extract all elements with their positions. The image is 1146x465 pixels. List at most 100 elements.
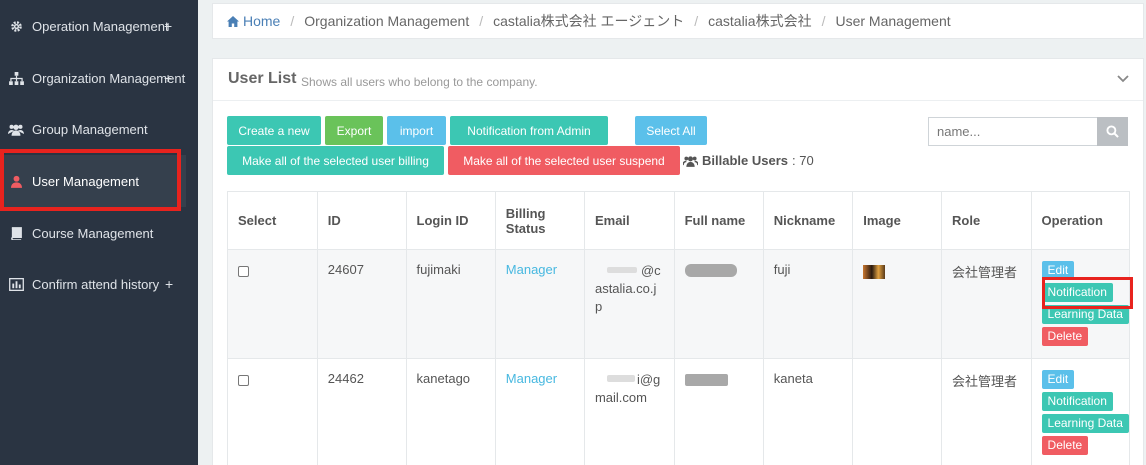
breadcrumb-separator: / bbox=[479, 13, 484, 29]
role-cell: 会社管理者 bbox=[941, 249, 1032, 359]
expand-plus-icon: + bbox=[164, 18, 173, 34]
billing-status-link[interactable]: Manager bbox=[506, 262, 557, 277]
avatar bbox=[863, 265, 886, 279]
column-header-id: ID bbox=[316, 191, 407, 250]
column-header-select: Select bbox=[227, 191, 318, 250]
billing-header-line1: Billing bbox=[505, 205, 546, 221]
id-cell: 24607 bbox=[316, 249, 407, 359]
breadcrumb-separator: / bbox=[290, 13, 295, 29]
sidebar-item-label: Organization Management bbox=[32, 70, 186, 86]
billable-users-value: : 70 bbox=[792, 153, 814, 168]
sitemap-icon bbox=[8, 71, 24, 85]
user-table: Select ID Login ID Billing Status Email F… bbox=[227, 191, 1131, 465]
id-cell: 24462 bbox=[316, 358, 407, 465]
full-name-cell bbox=[673, 249, 764, 359]
delete-button[interactable]: Delete bbox=[1041, 436, 1089, 455]
breadcrumb-home[interactable]: Home bbox=[227, 13, 280, 29]
breadcrumb-current: User Management bbox=[835, 13, 951, 29]
full-name-cell bbox=[673, 358, 764, 465]
search-input[interactable] bbox=[928, 117, 1098, 146]
email-line: mail.com bbox=[594, 390, 647, 405]
email-line: astalia.co.j bbox=[594, 281, 657, 296]
sidebar: Operation Management + Organization Mana… bbox=[0, 0, 198, 465]
nickname-cell: fuji bbox=[762, 249, 854, 359]
sidebar-item-label: Confirm attend history bbox=[32, 276, 160, 292]
table-header-row: Select ID Login ID Billing Status Email F… bbox=[227, 191, 1131, 250]
billing-header-line2: Status bbox=[505, 220, 546, 236]
redacted-block bbox=[684, 374, 728, 386]
breadcrumb-company-agent[interactable]: castalia株式会社 エージェント bbox=[493, 11, 684, 31]
email-line: i@g bbox=[636, 372, 661, 387]
learning-data-button[interactable]: Learning Data bbox=[1041, 414, 1129, 433]
edit-button[interactable]: Edit bbox=[1041, 370, 1075, 389]
make-billing-button[interactable]: Make all of the selected user billing bbox=[227, 146, 444, 175]
column-header-full-name: Full name bbox=[673, 191, 764, 250]
billing-status-link[interactable]: Manager bbox=[506, 371, 557, 386]
breadcrumb-organization-management[interactable]: Organization Management bbox=[304, 13, 469, 29]
export-button[interactable]: Export bbox=[325, 116, 383, 145]
search-button[interactable] bbox=[1097, 117, 1128, 146]
create-new-button[interactable]: Create a new bbox=[227, 116, 321, 145]
select-all-button[interactable]: Select All bbox=[635, 116, 707, 145]
sidebar-item-operation-management[interactable]: Operation Management + bbox=[0, 0, 190, 52]
sidebar-item-group-management[interactable]: Group Management bbox=[0, 103, 190, 155]
row-checkbox[interactable] bbox=[238, 375, 249, 386]
sidebar-item-course-management[interactable]: Course Management bbox=[0, 207, 190, 259]
billing-status-cell: Manager bbox=[494, 249, 585, 359]
email-line: p bbox=[594, 299, 603, 314]
select-cell bbox=[227, 249, 318, 359]
delete-button[interactable]: Delete bbox=[1041, 327, 1089, 346]
users-icon bbox=[8, 122, 24, 136]
panel-subtitle: Shows all users who belong to the compan… bbox=[301, 75, 538, 89]
column-header-nickname: Nickname bbox=[762, 191, 854, 250]
row-checkbox[interactable] bbox=[238, 266, 249, 277]
notification-from-admin-button[interactable]: Notification from Admin bbox=[450, 116, 608, 145]
email-line: @c bbox=[640, 263, 661, 278]
nickname-cell: kaneta bbox=[762, 358, 854, 465]
make-suspend-button[interactable]: Make all of the selected user suspend bbox=[448, 146, 680, 175]
bar-chart-icon bbox=[8, 277, 24, 291]
column-header-email: Email bbox=[583, 191, 675, 250]
sidebar-item-label: Operation Management bbox=[32, 18, 169, 34]
column-header-billing-status: Billing Status bbox=[494, 191, 585, 250]
redacted-block bbox=[606, 267, 637, 273]
billable-users-count: Billable Users : 70 bbox=[683, 153, 814, 168]
column-header-login-id: Login ID bbox=[405, 191, 496, 250]
sidebar-item-confirm-attend-history[interactable]: Confirm attend history + bbox=[0, 258, 190, 310]
breadcrumb-company[interactable]: castalia株式会社 bbox=[708, 11, 811, 31]
notification-button[interactable]: Notification bbox=[1041, 392, 1113, 411]
import-button[interactable]: import bbox=[387, 116, 446, 145]
role-cell: 会社管理者 bbox=[941, 358, 1032, 465]
home-icon bbox=[227, 15, 239, 27]
active-item-highlight-box bbox=[0, 149, 181, 211]
table-row: 24607 fujimaki Manager @c astalia.co.j p… bbox=[227, 249, 1131, 359]
sidebar-item-label: Group Management bbox=[32, 121, 148, 137]
breadcrumb-separator: / bbox=[694, 13, 699, 29]
notification-highlight-box bbox=[1042, 277, 1133, 309]
breadcrumb: Home / Organization Management / castali… bbox=[212, 3, 1144, 39]
column-header-image: Image bbox=[852, 191, 943, 250]
column-header-role: Role bbox=[941, 191, 1032, 250]
search-icon bbox=[1106, 125, 1119, 138]
users-icon bbox=[683, 155, 698, 167]
breadcrumb-separator: / bbox=[821, 13, 826, 29]
select-cell bbox=[227, 358, 318, 465]
column-header-operation: Operation bbox=[1030, 191, 1131, 250]
expand-plus-icon: + bbox=[164, 70, 173, 86]
panel-header: User List Shows all users who belong to … bbox=[213, 59, 1143, 101]
gear-icon bbox=[8, 19, 24, 33]
breadcrumb-home-label: Home bbox=[243, 13, 281, 29]
sidebar-item-label: Course Management bbox=[32, 225, 154, 241]
login-id-cell: fujimaki bbox=[405, 249, 496, 359]
sidebar-item-organization-management[interactable]: Organization Management + bbox=[0, 52, 190, 104]
expand-plus-icon: + bbox=[165, 276, 174, 292]
panel-title: User List bbox=[228, 70, 297, 87]
chevron-down-icon[interactable] bbox=[1117, 75, 1129, 83]
login-id-cell: kanetago bbox=[405, 358, 496, 465]
email-cell: i@g mail.com bbox=[583, 358, 675, 465]
table-row: 24462 kanetago Manager i@g mail.com kane… bbox=[227, 358, 1131, 465]
billable-users-label: Billable Users bbox=[702, 153, 788, 168]
billing-status-cell: Manager bbox=[494, 358, 585, 465]
book-icon bbox=[8, 226, 24, 240]
operation-cell: Edit Notification Learning Data Delete bbox=[1030, 358, 1131, 465]
